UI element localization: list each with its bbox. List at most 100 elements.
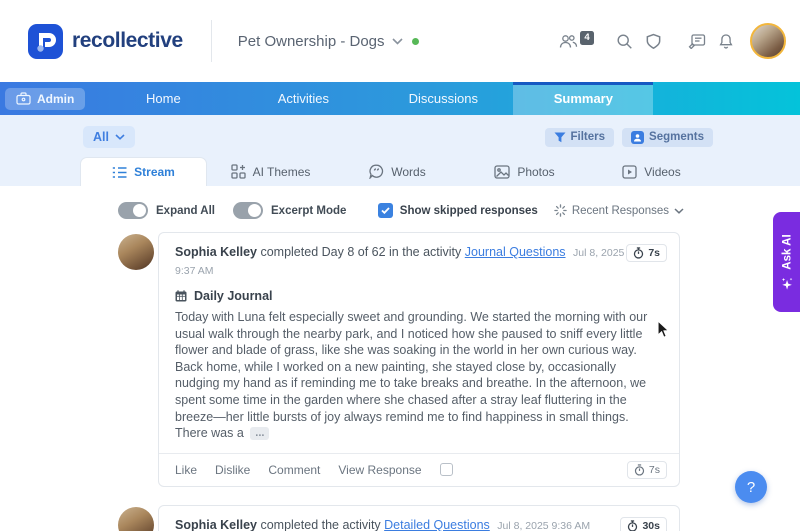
help-button[interactable]: ?	[735, 471, 767, 503]
sparkle-icon	[780, 277, 792, 290]
segments-icon	[631, 130, 645, 144]
videos-icon	[622, 164, 637, 179]
dislike-button[interactable]: Dislike	[215, 463, 250, 477]
activity-link[interactable]: Journal Questions	[465, 245, 566, 259]
response-header: Sophia Kelley completed Day 8 of 62 in t…	[159, 233, 679, 279]
response-header-text: Sophia Kelley completed the activity Det…	[175, 517, 590, 531]
bell-icon	[719, 33, 733, 49]
filter-icon	[554, 132, 566, 142]
response-row: Sophia Kelley completed Day 8 of 62 in t…	[118, 232, 680, 487]
tab-ai-themes[interactable]: AI Themes	[207, 157, 334, 186]
tab-stream[interactable]: Stream	[80, 157, 207, 186]
recollective-logo-icon	[28, 23, 63, 59]
nav-items: Home Activities Discussions Summary	[93, 82, 654, 115]
scope-filter-label: All	[93, 130, 109, 144]
top-header: recollective Pet Ownership - Dogs 4	[0, 0, 800, 82]
show-skipped-checkbox[interactable]	[377, 203, 393, 218]
filters-button[interactable]: Filters	[544, 127, 615, 147]
shield-icon	[646, 33, 661, 49]
participants-count-badge: 4	[580, 31, 594, 45]
activity-link[interactable]: Detailed Questions	[384, 518, 490, 531]
participants-icon	[559, 34, 578, 48]
response-text: Today with Luna felt especially sweet an…	[175, 310, 648, 441]
project-title-dropdown[interactable]: Pet Ownership - Dogs	[238, 33, 419, 50]
view-response-button[interactable]: View Response	[338, 463, 421, 477]
stopwatch-icon	[634, 247, 644, 259]
ask-ai-button[interactable]: Ask AI	[773, 212, 800, 312]
search-button[interactable]	[612, 29, 637, 54]
section-title: Daily Journal	[194, 289, 273, 303]
action-text: completed the activity	[260, 517, 381, 531]
chevron-down-icon	[391, 37, 403, 45]
nav-item-home[interactable]: Home	[93, 82, 233, 115]
response-card: Sophia Kelley completed the activity Det…	[158, 504, 680, 531]
user-avatar[interactable]	[750, 23, 786, 59]
summary-tabs: Stream AI Themes Words Photos Videos	[80, 157, 800, 186]
excerpt-mode-toggle[interactable]: Excerpt Mode	[233, 202, 346, 219]
header-divider	[210, 20, 212, 62]
app-window: recollective Pet Ownership - Dogs 4 Admi…	[0, 0, 800, 531]
moderation-button[interactable]	[641, 29, 666, 54]
show-skipped-label: Show skipped responses	[399, 204, 538, 217]
nav-item-activities[interactable]: Activities	[233, 82, 373, 115]
duration-badge: 30s	[620, 516, 667, 531]
ai-themes-icon	[230, 164, 246, 179]
participants-button[interactable]: 4	[555, 30, 598, 53]
sort-dropdown[interactable]: Recent Responses	[554, 204, 684, 217]
tab-photos-label: Photos	[517, 164, 555, 179]
filter-band: All Filters Segments Stream AI Themes Wo…	[0, 115, 800, 186]
select-response-checkbox[interactable]	[439, 463, 453, 477]
expand-ellipsis-button[interactable]: ...	[250, 427, 270, 441]
chevron-down-icon	[674, 207, 684, 214]
sort-spinner-icon	[554, 204, 567, 217]
avatar[interactable]	[118, 234, 154, 270]
photos-icon	[494, 164, 510, 179]
avatar[interactable]	[118, 506, 154, 531]
search-icon	[617, 33, 632, 49]
stream-controls: Expand All Excerpt Mode Show skipped res…	[118, 202, 684, 219]
nav-item-discussions[interactable]: Discussions	[373, 82, 513, 115]
author-link[interactable]: Sophia Kelley	[175, 518, 257, 531]
tab-stream-label: Stream	[134, 165, 175, 179]
comment-button[interactable]: Comment	[268, 463, 320, 477]
stopwatch-icon	[634, 464, 645, 476]
admin-button[interactable]: Admin	[5, 87, 86, 110]
tab-videos[interactable]: Videos	[588, 157, 715, 186]
filters-label: Filters	[570, 131, 606, 143]
stopwatch-icon	[628, 520, 638, 531]
segments-button[interactable]: Segments	[622, 127, 713, 147]
response-body: Today with Luna felt especially sweet an…	[159, 303, 679, 453]
duration-badge: 7s	[626, 244, 667, 262]
sort-label: Recent Responses	[571, 204, 669, 217]
excerpt-mode-label: Excerpt Mode	[271, 204, 347, 217]
timestamp: Jul 8, 2025 9:36 AM	[497, 519, 591, 531]
ask-ai-label: Ask AI	[780, 233, 793, 270]
calendar-icon	[175, 290, 187, 302]
author-link[interactable]: Sophia Kelley	[175, 245, 257, 259]
like-button[interactable]: Like	[175, 463, 197, 477]
segments-label: Segments	[649, 131, 704, 143]
status-dot	[411, 37, 419, 45]
tab-photos[interactable]: Photos	[461, 157, 588, 186]
toggle-switch	[233, 202, 263, 219]
stream-icon	[112, 166, 127, 178]
check-icon	[381, 207, 390, 214]
stream-controls-right: Show skipped responses Recent Responses	[377, 203, 684, 218]
tab-words[interactable]: Words	[334, 157, 461, 186]
resources-button[interactable]	[684, 29, 710, 53]
expand-all-toggle[interactable]: Expand All	[118, 202, 215, 219]
notifications-button[interactable]	[714, 29, 738, 54]
scope-filter-dropdown[interactable]: All	[83, 126, 135, 148]
briefcase-icon	[16, 92, 31, 105]
brand-logo[interactable]: recollective	[28, 23, 183, 59]
stream-content: Expand All Excerpt Mode Show skipped res…	[0, 202, 800, 531]
project-title: Pet Ownership - Dogs	[237, 32, 385, 50]
help-icon: ?	[746, 478, 756, 496]
duration-value: 7s	[648, 247, 660, 259]
nav-item-summary[interactable]: Summary	[513, 82, 654, 115]
tab-words-label: Words	[391, 164, 426, 179]
tab-ai-themes-label: AI Themes	[252, 164, 311, 179]
tab-videos-label: Videos	[644, 164, 681, 179]
chevron-down-icon	[115, 134, 125, 140]
resources-icon	[688, 34, 706, 49]
